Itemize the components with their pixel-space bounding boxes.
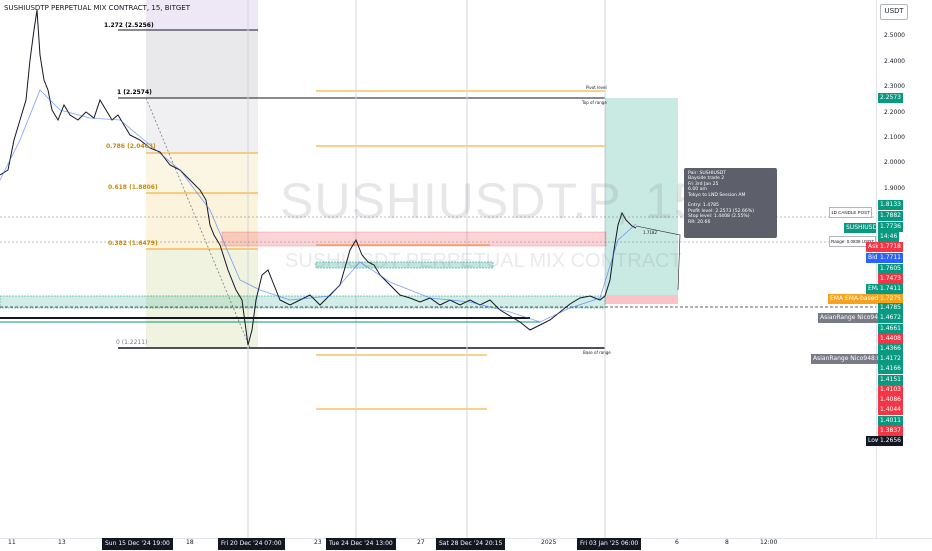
price-label: 1.7411 <box>878 284 903 294</box>
time-tick: 12:00 <box>760 539 778 546</box>
price-label: 1.4785 <box>878 303 903 313</box>
low-price-label: 1.2656 <box>878 436 903 446</box>
price-label: 1.4408 <box>878 334 903 344</box>
time-tick: 27 <box>417 539 425 546</box>
time-label: Fri 20 Dec '24 07:00 <box>218 538 285 550</box>
base-of-range-label: Base of range <box>583 350 611 355</box>
price-label: 2.2573 <box>878 93 903 103</box>
time-tick: 2025 <box>541 539 557 546</box>
price-label: 1.4044 <box>878 405 903 415</box>
fib-label-0: 0 (1.2211) <box>116 339 148 346</box>
price-label: 1.4086 <box>878 395 903 405</box>
price-label: 1.4166 <box>878 364 903 374</box>
price-tick: 2.1000 <box>884 134 905 141</box>
time-label: Sat 28 Dec '24 20:15 <box>436 538 506 550</box>
symbol-watermark-subtitle: SUSHIUSDT PERPETUAL MIX CONTRACT <box>285 250 682 272</box>
pivot-level-label: Pivot level <box>586 85 607 90</box>
price-label: 1.7882 <box>878 211 903 221</box>
time-tick: 13 <box>58 539 66 546</box>
price-label: 1.4366 <box>878 344 903 354</box>
fib-zone-0786 <box>146 153 258 193</box>
fib-zone-mid <box>146 98 258 153</box>
price-label: 14:46 <box>878 232 900 242</box>
time-label: Tue 24 Dec '24 13:00 <box>326 538 396 550</box>
trade-info-box[interactable]: Pair: SUSHIUSDT Bayside trade 2 Fri 3rd … <box>684 168 777 238</box>
position-stop-zone[interactable] <box>605 295 678 304</box>
fib-label-0786: 0.786 (2.0463) <box>106 143 156 150</box>
time-label: Fri 03 Jan '25 06:00 <box>577 538 642 550</box>
symbol-watermark: SUSHIUSDT.P, 15 <box>280 173 703 229</box>
currency-button[interactable]: USDT <box>880 4 908 20</box>
price-label: 1.7736 <box>878 222 903 232</box>
price-tick: 2.5000 <box>884 32 905 39</box>
ask-price-label: 1.7718 <box>878 242 903 252</box>
chart-canvas[interactable] <box>0 0 932 550</box>
price-label: 1.7473 <box>878 274 903 284</box>
price-label: 1.4011 <box>878 416 903 426</box>
time-tick: 18 <box>186 539 194 546</box>
time-tick: 23 <box>314 539 322 546</box>
price-tick: 2.4000 <box>884 58 905 65</box>
fib-label-1: 1 (2.2574) <box>117 89 152 96</box>
top-of-range-label: Top of range <box>582 100 607 105</box>
price-label: 1.8133 <box>878 200 903 210</box>
price-label: 1.4672 <box>878 313 903 323</box>
price-label: 1.4661 <box>878 324 903 334</box>
price-tick: 1.9000 <box>884 185 905 192</box>
time-tick: 8 <box>725 539 729 546</box>
demand-zone[interactable] <box>0 295 606 309</box>
hover-value-label: 1.7182 <box>643 230 657 235</box>
candle-post-label[interactable]: 1D CANDLE POST <box>829 207 872 218</box>
bid-price-label: 1.7711 <box>878 253 903 263</box>
price-tick: 2.2000 <box>884 109 905 116</box>
price-tick: 2.3000 <box>884 83 905 90</box>
price-label: 1.4172 <box>878 354 903 364</box>
price-tick: 2.0000 <box>884 159 905 166</box>
price-label: 1.7605 <box>878 264 903 274</box>
fib-zone-upper <box>146 30 258 98</box>
time-tick: 6 <box>675 539 679 546</box>
fib-label-0382: 0.382 (1.6479) <box>108 240 158 247</box>
chart-title: SUSHIUSDTP PERPETUAL MIX CONTRACT, 15, B… <box>4 4 190 12</box>
time-tick: 11 <box>8 539 16 546</box>
supply-zone[interactable] <box>221 231 607 247</box>
price-label: 1.4103 <box>878 385 903 395</box>
price-label: 1.4151 <box>878 375 903 385</box>
trade-info-line: RR: 20.66 <box>688 219 711 225</box>
time-label: Sun 15 Dec '24 19:00 <box>102 538 173 550</box>
price-label: 1.3837 <box>878 426 903 436</box>
fib-label-0618: 0.618 (1.8806) <box>108 184 158 191</box>
fib-label-1272: 1.272 (2.5256) <box>104 22 154 29</box>
